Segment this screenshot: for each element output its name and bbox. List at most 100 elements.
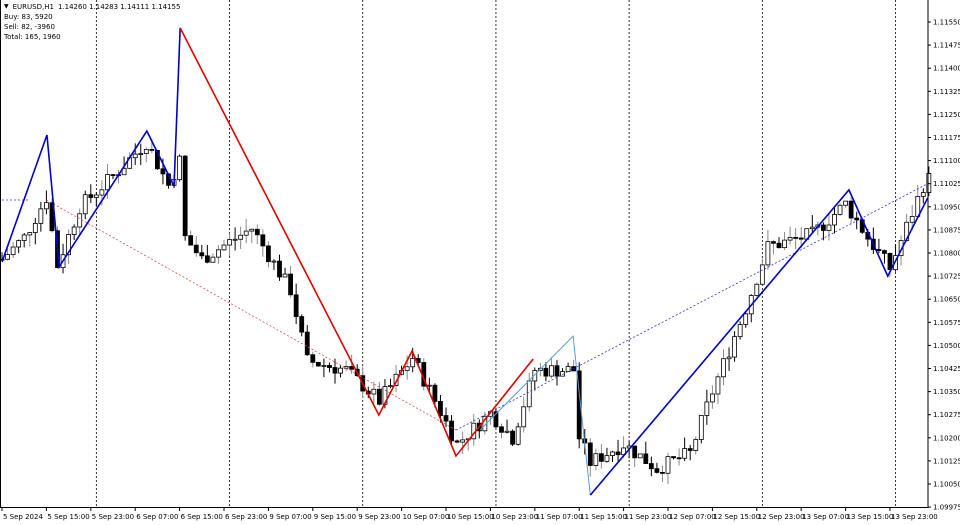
bull-candle-body	[637, 453, 643, 459]
time-label: 13 Sep 23:00	[891, 513, 938, 521]
bull-candle-body	[737, 324, 743, 338]
bear-candle-body	[277, 260, 282, 278]
bull-candle-body	[693, 439, 699, 451]
bear-candle-body	[798, 237, 804, 240]
bull-candle-body	[82, 194, 88, 215]
candle	[737, 321, 743, 340]
candle	[493, 408, 499, 429]
price-label: 1.11325	[933, 88, 960, 96]
time-label: 6 Sep 15:00	[181, 513, 223, 521]
price-label: 1.10275	[933, 411, 960, 419]
bear-candle-body	[848, 200, 854, 219]
price-label: 1.10650	[933, 296, 960, 304]
time-label: 11 Sep 15:00	[580, 513, 627, 521]
bear-candle-body	[876, 249, 882, 251]
price-label: 1.11550	[933, 19, 960, 27]
price-axis[interactable]: 1.11550 1.11475 1.11400 1.11325 1.11250 1.111…	[928, 19, 960, 512]
sell-stats: Sell: 82, -3960	[4, 23, 55, 31]
bull-candle-body	[926, 173, 932, 193]
time-label: 9 Sep 23:00	[358, 513, 400, 521]
price-label: 1.11250	[933, 111, 960, 119]
bull-candle-body	[71, 226, 77, 235]
bull-candle-body	[249, 228, 255, 232]
bull-candle-body	[27, 232, 33, 236]
time-label: 9 Sep 15:00	[314, 513, 356, 521]
bear-candle-body	[587, 442, 593, 466]
bull-candle-body	[338, 367, 343, 374]
bull-candle-body	[44, 202, 49, 210]
time-label: 5 Sep 2024	[3, 513, 43, 521]
bear-candle-body	[254, 228, 260, 236]
bull-candle-body	[726, 356, 732, 360]
candle	[177, 154, 183, 182]
bear-candle-body	[882, 250, 887, 254]
collapse-triangle-icon[interactable]: ▼	[4, 2, 9, 12]
bull-candle-body	[426, 384, 432, 387]
time-label: 13 Sep 07:00	[802, 513, 849, 521]
price-label: 1.11025	[933, 180, 960, 188]
candle	[182, 155, 188, 241]
time-label: 11 Sep 23:00	[625, 513, 672, 521]
bear-candle-body	[110, 174, 116, 176]
time-label: 10 Sep 07:00	[403, 513, 450, 521]
bear-candle-body	[499, 426, 504, 433]
bear-candle-body	[599, 453, 604, 462]
bull-candle-body	[388, 385, 393, 387]
bull-candle-body	[21, 234, 27, 241]
price-chart[interactable]: 1.11550 1.11475 1.11400 1.11325 1.11250 1.111…	[0, 0, 960, 525]
bull-candle-body	[371, 388, 377, 395]
bear-candle-body	[443, 415, 449, 422]
price-label: 1.10575	[933, 319, 960, 327]
bear-candle-body	[193, 244, 199, 254]
price-label: 1.10425	[933, 365, 960, 373]
buy-stats: Buy: 83, 5920	[4, 13, 53, 21]
bull-candle-body	[216, 249, 221, 258]
bear-candle-body	[854, 217, 860, 221]
bear-candle-body	[265, 245, 271, 263]
bull-candle-body	[526, 380, 532, 408]
price-label: 1.10725	[933, 273, 960, 281]
time-axis[interactable]: 5 Sep 2024 5 Sep 15:00 5 Sep 23:00 6 Sep 07…	[1, 507, 938, 521]
bull-candle-body	[515, 426, 521, 445]
bear-candle-body	[149, 149, 155, 151]
bull-candle-body	[721, 358, 726, 378]
time-label: 11 Sep 07:00	[536, 513, 583, 521]
chart-info-panel: ▼ EURUSD,H1 1.14260 1.14283 1.14111 1.14…	[4, 2, 180, 42]
bear-candle-body	[671, 456, 676, 459]
bear-candle-body	[887, 253, 893, 271]
bull-candle-body	[143, 149, 149, 154]
bull-candle-body	[782, 239, 787, 249]
price-label: 1.11400	[933, 65, 960, 73]
price-label: 1.11100	[933, 157, 960, 165]
candle	[698, 415, 704, 444]
bear-candle-body	[660, 471, 665, 474]
bull-candle-body	[138, 153, 144, 155]
bull-candle-body	[809, 226, 815, 230]
bull-candle-body	[754, 283, 760, 296]
bear-candle-body	[188, 235, 194, 246]
bear-candle-body	[315, 361, 321, 367]
bull-candle-body	[504, 430, 510, 433]
bull-candle-body	[665, 456, 671, 474]
candle	[637, 453, 643, 459]
bull-candle-body	[177, 155, 183, 181]
bull-candle-body	[787, 236, 793, 241]
bull-candle-body	[593, 453, 599, 466]
bull-candle-body	[32, 223, 38, 233]
bull-candle-body	[460, 439, 466, 443]
time-label: 10 Sep 15:00	[447, 513, 494, 521]
bull-candle-body	[521, 406, 527, 428]
bear-candle-body	[793, 236, 799, 239]
bear-candle-body	[510, 430, 516, 445]
bear-candle-body	[260, 234, 266, 247]
bull-candle-body	[105, 174, 110, 191]
bear-candle-body	[449, 420, 454, 442]
bull-candle-body	[759, 264, 765, 285]
time-label: 13 Sep 15:00	[847, 513, 894, 521]
bull-candle-body	[93, 194, 99, 198]
bear-candle-body	[332, 367, 338, 374]
bear-candle-body	[204, 255, 210, 263]
price-label: 1.10500	[933, 342, 960, 350]
bull-candle-body	[610, 451, 615, 456]
bear-candle-body	[771, 241, 776, 244]
